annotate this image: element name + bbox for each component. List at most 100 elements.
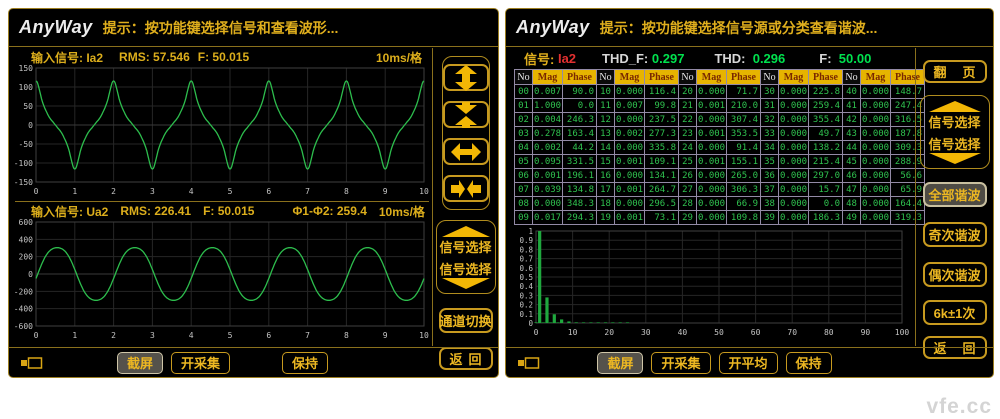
- even-harmonics-button[interactable]: 偶次谐波: [923, 262, 987, 287]
- col-header-mag: Mag: [533, 70, 562, 84]
- arrow-up-icon: [929, 101, 981, 112]
- harmonic-mag: 0.095: [533, 155, 562, 168]
- right-tip-text: 提示：按功能键选择信号源或分类查看谐波...: [600, 18, 878, 38]
- harmonic-mag: 0.000: [861, 169, 890, 182]
- left-header: AnyWay 提示：按功能键选择信号和查看波形...: [9, 9, 498, 47]
- harmonic-no: 29: [679, 211, 696, 224]
- harmonic-no: 05: [515, 155, 532, 168]
- channel2-info-row: 输入信号: Ua2 RMS: 226.41 F: 50.015 Φ1-Φ2: 2…: [31, 203, 422, 219]
- harmonic-phase: 134.1: [645, 169, 678, 182]
- horizontal-compress-button[interactable]: [443, 175, 489, 202]
- svg-text:6: 6: [266, 187, 271, 196]
- start-acquire-button[interactable]: 开采集: [171, 352, 230, 374]
- harmonic-mag: 0.000: [779, 211, 808, 224]
- svg-text:0.7: 0.7: [519, 255, 533, 264]
- signal-select-down-button[interactable]: 信号选择: [923, 132, 987, 165]
- col-header-phase: Phase: [645, 70, 678, 84]
- harmonic-no: 23: [679, 127, 696, 140]
- channel1-info-row: 输入信号: Ia2 RMS: 57.546 F: 50.015 10ms/格: [31, 49, 422, 65]
- harmonic-mag: 0.001: [697, 155, 726, 168]
- svg-text:0.3: 0.3: [519, 291, 533, 300]
- harmonic-phase: 265.0: [727, 169, 760, 182]
- svg-text:-600: -600: [14, 322, 33, 331]
- svg-text:0.9: 0.9: [519, 236, 533, 245]
- harmonic-no: 25: [679, 155, 696, 168]
- hold-button[interactable]: 保持: [282, 352, 328, 374]
- harmonic-mag: 0.001: [533, 169, 562, 182]
- screenshot-button[interactable]: 截屏: [117, 352, 163, 374]
- svg-text:600: 600: [19, 219, 34, 227]
- col-header-no: No: [843, 70, 860, 84]
- svg-text:-50: -50: [19, 140, 34, 149]
- harmonic-no: 13: [597, 127, 614, 140]
- harmonic-mag: 0.007: [615, 99, 644, 112]
- harmonic-phase: 109.8: [727, 211, 760, 224]
- start-average-button[interactable]: 开平均: [719, 352, 778, 374]
- harmonic-mag: 0.001: [697, 99, 726, 112]
- signal-select-down-button[interactable]: 信号选择: [439, 257, 493, 290]
- harmonic-no: 47: [843, 183, 860, 196]
- horizontal-expand-button[interactable]: [443, 138, 489, 165]
- thd-value: 0.296: [753, 51, 786, 66]
- col-header-phase: Phase: [809, 70, 842, 84]
- harmonic-no: 44: [843, 141, 860, 154]
- harmonic-no: 11: [597, 99, 614, 112]
- svg-text:2: 2: [111, 187, 116, 196]
- harmonic-phase: 210.0: [727, 99, 760, 112]
- harmonic-spectrum-chart: 10.90.80.70.60.50.40.30.20.1001020304050…: [510, 227, 910, 343]
- harmonic-mag: 0.000: [861, 155, 890, 168]
- hold-button[interactable]: 保持: [786, 352, 832, 374]
- harmonic-mag: 0.000: [779, 183, 808, 196]
- harmonic-phase: 294.3: [563, 211, 596, 224]
- harmonic-phase: 331.5: [563, 155, 596, 168]
- ch2-freq: F: 50.015: [203, 204, 254, 218]
- six-k-harmonics-button[interactable]: 6k±1次: [923, 300, 987, 325]
- harmonic-mag: 0.000: [779, 113, 808, 126]
- col-header-phase: Phase: [563, 70, 596, 84]
- harmonic-mag: 0.000: [697, 211, 726, 224]
- ch2-phase: Φ1-Φ2: 259.4: [292, 204, 366, 218]
- svg-text:5: 5: [228, 331, 233, 340]
- freq-value: 50.00: [839, 51, 872, 66]
- svg-text:100: 100: [19, 83, 34, 92]
- channel-switch-button[interactable]: 通道切换: [439, 308, 493, 333]
- vertical-expand-button[interactable]: [443, 64, 489, 91]
- harmonic-phase: 277.3: [645, 127, 678, 140]
- harmonic-mag: 0.000: [533, 197, 562, 210]
- ch1-rms: RMS: 57.546: [119, 50, 190, 64]
- ch1-freq: F: 50.015: [198, 50, 249, 64]
- harmonic-no: 42: [843, 113, 860, 126]
- odd-harmonics-button[interactable]: 奇次谐波: [923, 222, 987, 247]
- harmonic-mag: 0.004: [533, 113, 562, 126]
- arrow-down-icon: [929, 153, 981, 164]
- harmonic-phase: 297.0: [809, 169, 842, 182]
- start-acquire-button[interactable]: 开采集: [651, 352, 710, 374]
- harmonic-no: 45: [843, 155, 860, 168]
- harmonic-no: 37: [761, 183, 778, 196]
- svg-text:2: 2: [111, 331, 116, 340]
- page-turn-button[interactable]: 翻 页: [923, 60, 987, 83]
- screenshot-button[interactable]: 截屏: [597, 352, 643, 374]
- harmonic-mag: 0.000: [861, 183, 890, 196]
- vertical-expand-icon: [451, 65, 481, 91]
- signal-select-up-button[interactable]: 信号选择: [923, 99, 987, 132]
- svg-text:4: 4: [189, 331, 194, 340]
- ch2-timebase: 10ms/格: [379, 203, 425, 220]
- waveform-chart-ia2: 150100500-50-100-150012345678910: [10, 65, 432, 199]
- harmonic-phase: 0.0: [563, 99, 596, 112]
- horizontal-expand-icon: [451, 139, 481, 165]
- harmonic-phase: 155.1: [727, 155, 760, 168]
- harmonic-mag: 0.002: [615, 127, 644, 140]
- col-header-no: No: [761, 70, 778, 84]
- harmonic-no: 18: [597, 197, 614, 210]
- all-harmonics-button[interactable]: 全部谐波: [923, 182, 987, 207]
- signal-select-up-button[interactable]: 信号选择: [439, 224, 493, 257]
- harmonic-mag: 0.000: [697, 197, 726, 210]
- vertical-compress-button[interactable]: [443, 101, 489, 128]
- harmonic-mag: 0.000: [779, 169, 808, 182]
- harmonic-phase: 66.9: [727, 197, 760, 210]
- harmonic-mag: 1.000: [533, 99, 562, 112]
- svg-text:40: 40: [678, 328, 688, 337]
- axis-labels: 6004002000-200-400-600012345678910: [14, 219, 429, 340]
- harmonic-phase: 15.7: [809, 183, 842, 196]
